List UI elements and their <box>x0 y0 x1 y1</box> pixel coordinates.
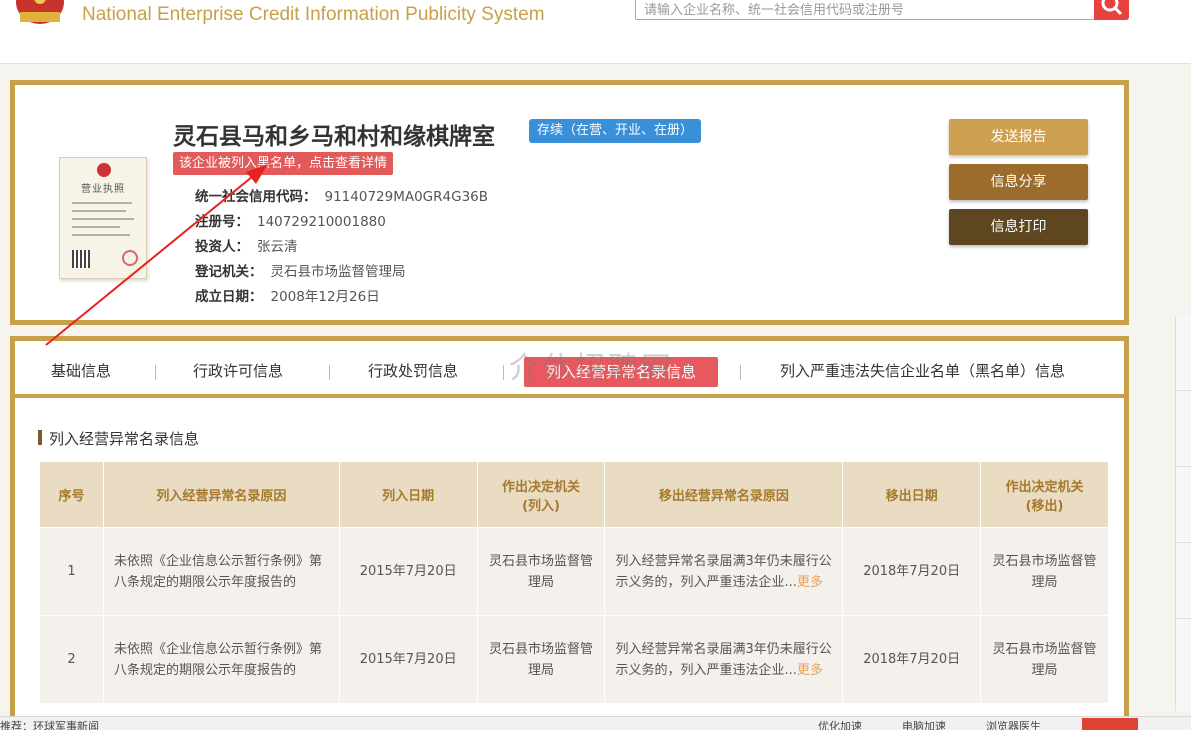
site-watermark: 介休招聘网 <box>509 351 674 386</box>
date-in-cell: 2015年7月20日 <box>338 527 478 616</box>
license-text-line <box>72 202 132 204</box>
send-report-button[interactable]: 发送报告 <box>949 119 1088 155</box>
toolbar-divider <box>1176 390 1191 391</box>
tab-divider <box>155 365 156 380</box>
search-button[interactable] <box>1094 0 1129 20</box>
browser-doctor-button[interactable]: 浏览器医生 <box>986 718 1041 730</box>
date-out-cell: 2018年7月20日 <box>842 615 982 704</box>
tab-divider <box>503 365 504 380</box>
column-header: 序号 <box>39 461 104 528</box>
reason-out-cell: 列入经营异常名录届满3年仍未履行公示义务的，列入严重违法企业...更多 <box>604 615 844 704</box>
authority-out-cell: 灵石县市场监督管理局 <box>980 615 1109 704</box>
status-badge: 存续（在营、开业、在册） <box>529 119 702 143</box>
tab-divider <box>329 365 330 380</box>
tab-blacklist[interactable]: 列入严重违法失信企业名单（黑名单）信息 <box>780 360 1065 381</box>
company-name: 灵石县马和乡马和村和缘棋牌室 <box>173 124 495 150</box>
field-label: 投资人： <box>195 239 249 255</box>
row-number: 2 <box>39 615 104 704</box>
more-link[interactable]: 更多 <box>797 575 823 590</box>
qr-code-icon <box>72 250 90 268</box>
field-label: 成立日期： <box>195 289 263 305</box>
credit-code-row: 统一社会信用代码： 91140729MA0GR4G36B <box>195 185 488 205</box>
field-value: 140729210001880 <box>257 214 386 230</box>
license-text-line <box>72 218 134 220</box>
tab-admin-penalty[interactable]: 行政处罚信息 <box>368 360 458 381</box>
field-label: 统一社会信用代码： <box>195 189 317 205</box>
more-link[interactable]: 更多 <box>797 663 823 678</box>
table-row: 2 未依照《企业信息公示暂行条例》第八条规定的期限公示年度报告的 2015年7月… <box>39 615 1109 704</box>
license-title: 营业执照 <box>81 184 125 195</box>
print-info-button[interactable]: 信息打印 <box>949 209 1088 245</box>
license-text-line <box>72 210 126 212</box>
license-stamp-icon <box>122 250 138 266</box>
business-license-image[interactable]: 营业执照 <box>59 157 147 279</box>
license-text-line <box>72 234 130 236</box>
browser-logo-icon <box>1082 718 1138 730</box>
authority-in-cell: 灵石县市场监督管理局 <box>476 527 606 616</box>
date-in-cell: 2015年7月20日 <box>338 615 478 704</box>
reason-out-cell: 列入经营异常名录届满3年仍未履行公示义务的，列入严重违法企业...更多 <box>604 527 844 616</box>
section-title: 列入经营异常名录信息 <box>49 430 200 448</box>
table-row: 1 未依照《企业信息公示暂行条例》第八条规定的期限公示年度报告的 2015年7月… <box>39 527 1109 616</box>
established-date-row: 成立日期： 2008年12月26日 <box>195 285 380 305</box>
detail-panel: 基础信息 行政许可信息 行政处罚信息 列入经营异常名录信息 列入严重违法失信企业… <box>10 336 1129 730</box>
optimize-button[interactable]: 优化加速 <box>818 718 862 730</box>
column-header: 列入日期 <box>338 461 478 528</box>
authority-out-cell: 灵石县市场监督管理局 <box>980 527 1109 616</box>
field-value: 2008年12月26日 <box>270 289 380 305</box>
browser-status-bar: 推荐：环球军事新闻 优化加速 电脑加速 浏览器医生 <box>0 716 1191 730</box>
search-input[interactable]: 请输入企业名称、统一社会信用代码或注册号 <box>635 0 1095 20</box>
table-header-row: 序号 列入经营异常名录原因 列入日期 作出决定机关 (列入) 移出经营异常名录原… <box>39 461 1109 528</box>
column-header: 作出决定机关 (列入) <box>476 461 606 528</box>
system-title: National Enterprise Credit Information P… <box>82 4 545 25</box>
column-header: 移出日期 <box>842 461 982 528</box>
authority-in-cell: 灵石县市场监督管理局 <box>476 615 606 704</box>
tab-divider <box>740 365 741 380</box>
field-label: 登记机关： <box>195 264 263 280</box>
blacklist-notice-link[interactable]: 该企业被列入黑名单，点击查看详情 <box>173 152 394 175</box>
abnormal-list-table: 序号 列入经营异常名录原因 列入日期 作出决定机关 (列入) 移出经营异常名录原… <box>39 461 1109 704</box>
row-number: 1 <box>39 527 104 616</box>
field-value: 91140729MA0GR4G36B <box>324 189 489 205</box>
date-out-cell: 2018年7月20日 <box>842 527 982 616</box>
field-value: 灵石县市场监督管理局 <box>270 264 406 280</box>
license-seal-icon <box>97 163 111 177</box>
reason-in-cell: 未依照《企业信息公示暂行条例》第八条规定的期限公示年度报告的 <box>102 527 340 616</box>
toolbar-divider <box>1176 466 1191 467</box>
toolbar-divider <box>1176 618 1191 619</box>
share-info-button[interactable]: 信息分享 <box>949 164 1088 200</box>
investor-row: 投资人： 张云清 <box>195 235 298 255</box>
news-ticker[interactable]: 推荐：环球军事新闻 <box>0 718 99 730</box>
column-header: 列入经营异常名录原因 <box>102 461 340 528</box>
reg-number-row: 注册号： 140729210001880 <box>195 210 386 230</box>
registration-authority-row: 登记机关： 灵石县市场监督管理局 <box>195 260 406 280</box>
toolbar-divider <box>1176 542 1191 543</box>
company-info-card: 营业执照 灵石县马和乡马和村和缘棋牌室 存续（在营、开业、在册） 该企业被列入黑… <box>10 80 1129 325</box>
tab-bar: 基础信息 行政许可信息 行政处罚信息 列入经营异常名录信息 列入严重违法失信企业… <box>15 341 1124 398</box>
site-header: National Enterprise Credit Information P… <box>0 0 1191 64</box>
section-marker <box>38 430 42 445</box>
national-emblem-icon <box>16 0 64 24</box>
pc-speed-button[interactable]: 电脑加速 <box>902 718 946 730</box>
reason-in-cell: 未依照《企业信息公示暂行条例》第八条规定的期限公示年度报告的 <box>102 615 340 704</box>
column-header: 作出决定机关 (移出) <box>980 461 1109 528</box>
field-value: 张云清 <box>257 239 298 255</box>
tab-admin-license[interactable]: 行政许可信息 <box>193 360 283 381</box>
field-label: 注册号： <box>195 214 249 230</box>
column-header: 移出经营异常名录原因 <box>604 461 844 528</box>
tab-basic-info[interactable]: 基础信息 <box>51 360 111 381</box>
license-text-line <box>72 226 120 228</box>
side-toolbar[interactable] <box>1175 316 1191 711</box>
search-icon <box>1101 0 1123 16</box>
